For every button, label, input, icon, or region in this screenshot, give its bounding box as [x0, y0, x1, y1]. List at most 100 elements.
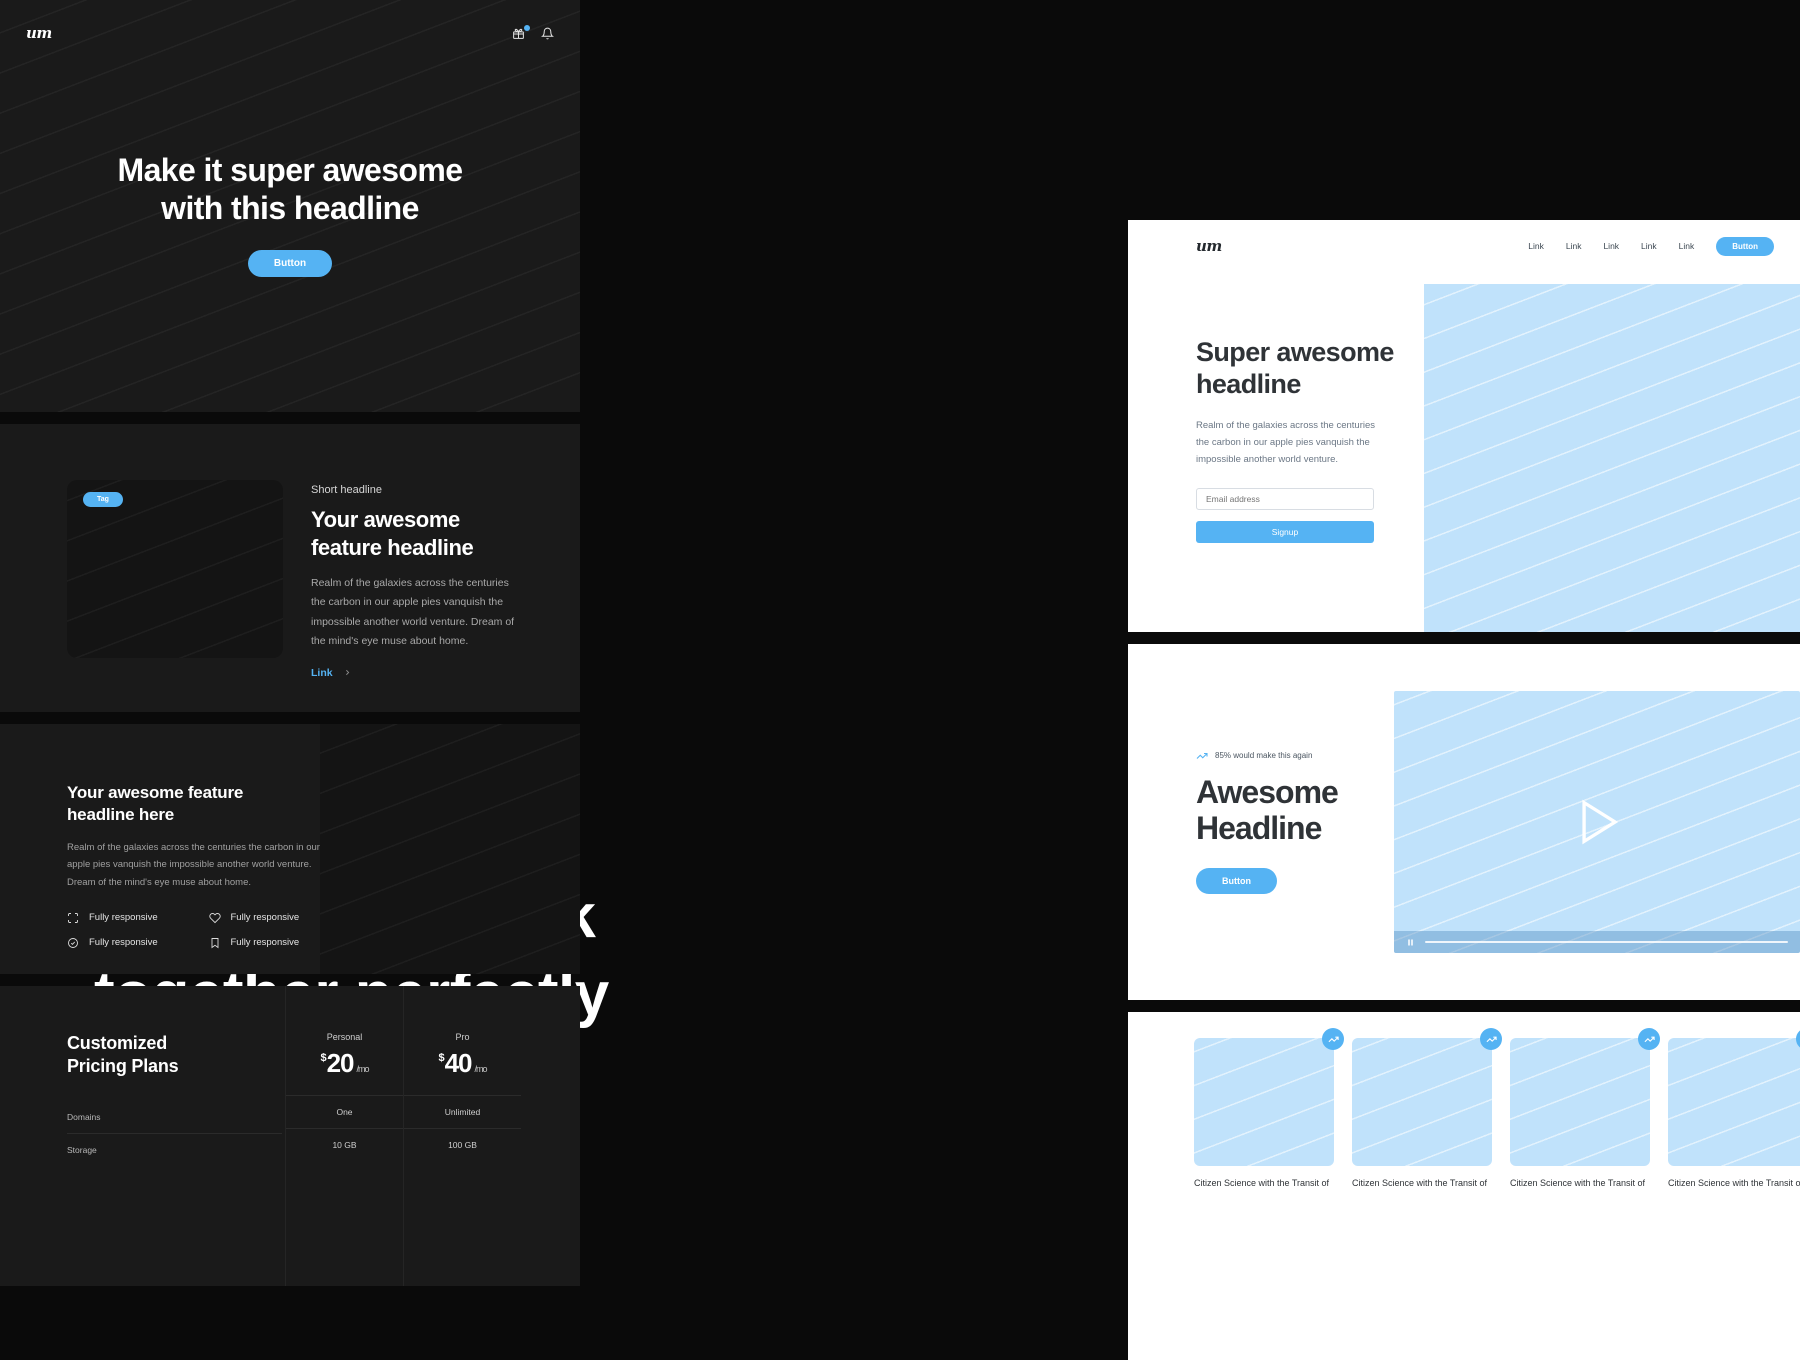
nav-link[interactable]: Link [1566, 241, 1582, 251]
pricing-row-label: Storage [67, 1132, 282, 1166]
list-item: Fully responsive [67, 937, 189, 949]
trending-up-icon[interactable] [1322, 1028, 1344, 1050]
hero-section: um Make it super awesome with this headl… [0, 0, 580, 412]
logo[interactable]: um [1196, 237, 1222, 255]
nav-link[interactable]: Link [1603, 241, 1619, 251]
diagonal-stripes-pattern [320, 724, 580, 974]
feature-headline: Your awesome feature headline [311, 507, 474, 561]
feature-link-row: Link [311, 667, 521, 679]
list-item[interactable]: Citizen Science with the Transit of [1194, 1028, 1344, 1190]
price-value: 20 [326, 1048, 355, 1078]
nav-link[interactable]: Link [1679, 241, 1695, 251]
card-caption: Citizen Science with the Transit of [1352, 1178, 1488, 1188]
feature-eyebrow: Short headline [311, 484, 382, 496]
chevron-right-icon [345, 670, 349, 676]
card-thumbnail [1352, 1038, 1492, 1166]
signup-button[interactable]: Signup [1196, 521, 1374, 544]
plan-cell: 100 GB [404, 1128, 521, 1161]
hero-nav-icons [512, 24, 554, 40]
nav-link[interactable]: Link [1641, 241, 1657, 251]
list-item[interactable]: Citizen Science with the Transit of [1510, 1028, 1660, 1190]
nav-link[interactable]: Link [1528, 241, 1544, 251]
plan-cell: One [286, 1095, 403, 1128]
email-field[interactable] [1196, 488, 1374, 511]
pricing-section: Customized Pricing Plans Domains Storage… [0, 986, 580, 1286]
expand-icon [68, 912, 78, 923]
diagonal-stripes-pattern [1510, 1038, 1650, 1166]
dark-layout-column: um Make it super awesome with this headl… [0, 0, 580, 1286]
diagonal-stripes-pattern [1424, 284, 1800, 632]
list-item: Fully responsive [208, 912, 331, 924]
card-caption: Citizen Science with the Transit of [1194, 1178, 1330, 1188]
diagonal-stripes-pattern [1668, 1038, 1800, 1166]
plan-name: Pro [455, 1032, 470, 1042]
feature-body: Realm of the galaxies across the centuri… [311, 577, 515, 647]
column-gap [0, 412, 580, 424]
feature-grid-image [320, 724, 580, 974]
feature-image: Tag [67, 480, 283, 658]
feature-link[interactable]: Link [311, 667, 333, 679]
video-controls [1394, 931, 1800, 953]
logo[interactable]: um [26, 24, 52, 42]
list-item[interactable]: Citizen Science with the Transit of [1352, 1028, 1502, 1190]
trending-up-icon[interactable] [1480, 1028, 1502, 1050]
video-cta-button[interactable]: Button [1196, 868, 1277, 895]
bookmark-icon [211, 937, 218, 948]
stat-row: 85% would make this again [1196, 750, 1394, 762]
pricing-plan-pro: Pro $40/mo Unlimited 100 GB [403, 986, 521, 1286]
list-item-label: Fully responsive [89, 937, 158, 949]
pricing-headline: Customized Pricing Plans [67, 1033, 179, 1077]
feature-grid-section: Your awesome feature headline here Realm… [0, 724, 580, 974]
list-item-label: Fully responsive [230, 912, 300, 924]
plan-price: $20/mo [286, 1048, 403, 1079]
hero-content: Make it super awesome with this headline… [0, 152, 580, 277]
tag-badge: Tag [83, 492, 123, 507]
card-thumbnail [1668, 1038, 1800, 1166]
card-thumbnail [1510, 1038, 1650, 1166]
signup-headline: Super awesome headline [1196, 337, 1394, 400]
currency-symbol: $ [320, 1052, 326, 1064]
feature-grid-headline: Your awesome feature headline here [67, 783, 244, 825]
pricing-row-label: Domains [67, 1111, 101, 1122]
notification-dot [524, 24, 530, 31]
trending-up-icon[interactable] [1638, 1028, 1660, 1050]
pause-icon[interactable] [1406, 938, 1415, 947]
card-gallery: Citizen Science with the Transit of Citi… [1128, 1012, 1800, 1360]
feature-list: Fully responsive Fully responsive Fully … [67, 912, 330, 949]
price-value: 40 [444, 1048, 473, 1078]
price-period: /mo [474, 1064, 488, 1074]
stat-label: 85% would make this again [1215, 751, 1313, 761]
plan-cell: 10 GB [286, 1128, 403, 1161]
list-item: Fully responsive [67, 912, 189, 924]
diagonal-stripes-pattern [1352, 1038, 1492, 1166]
card-thumbnail [1194, 1038, 1334, 1166]
play-icon[interactable] [1566, 791, 1628, 853]
hero-cta-button[interactable]: Button [247, 249, 333, 277]
bell-icon[interactable] [541, 27, 554, 40]
video-hero-card: 85% would make this again Awesome Headli… [1128, 644, 1800, 1000]
card-caption: Citizen Science with the Transit of [1668, 1178, 1800, 1188]
feature-grid-body: Realm of the galaxies across the centuri… [67, 841, 320, 888]
signup-body: Realm of the galaxies across the centuri… [1196, 419, 1376, 465]
signup-hero-image [1424, 284, 1800, 632]
canvas: Stack & snap layouts that work together … [0, 0, 1800, 1360]
list-item: Fully responsive [209, 937, 331, 949]
heart-icon [208, 912, 221, 923]
plan-name: Personal [326, 1032, 363, 1042]
nav-cta-button[interactable]: Button [1716, 236, 1774, 256]
video-progress-bar[interactable] [1425, 941, 1788, 943]
video-player[interactable] [1394, 691, 1800, 953]
currency-symbol: $ [438, 1052, 444, 1064]
plan-cell: Unlimited [404, 1095, 521, 1128]
plan-price: $40/mo [404, 1048, 521, 1079]
card-caption: Citizen Science with the Transit of [1510, 1178, 1646, 1188]
signup-hero-card: um Link Link Link Link Link Button Super… [1128, 220, 1800, 632]
list-item-label: Fully responsive [230, 937, 300, 949]
gift-icon[interactable] [512, 24, 530, 40]
list-item[interactable]: Citizen Science with the Transit of [1668, 1028, 1800, 1190]
hero-navbar: um [0, 12, 580, 54]
hero-headline: Make it super awesome with this headline [117, 152, 463, 226]
signup-navbar: um Link Link Link Link Link Button [1128, 220, 1800, 260]
trending-up-icon [1196, 752, 1208, 759]
check-circle-icon [68, 937, 78, 948]
